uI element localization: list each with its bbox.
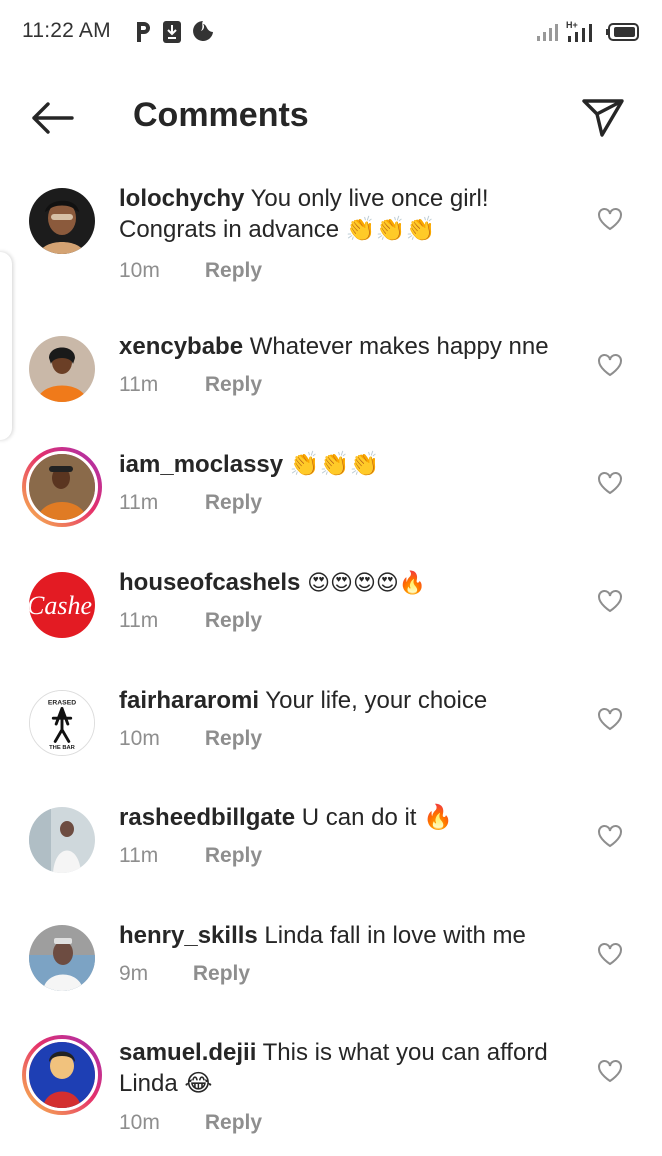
like-button[interactable] — [597, 942, 623, 966]
avatar-photo — [29, 454, 95, 520]
comment-body: Linda fall in love with me — [264, 922, 526, 949]
share-button[interactable] — [580, 95, 626, 141]
comment-meta: 9m Reply — [119, 962, 250, 986]
avatar[interactable] — [29, 807, 95, 873]
comment-username[interactable]: rasheedbillgate — [119, 804, 295, 831]
reply-button[interactable]: Reply — [205, 373, 262, 396]
avatar[interactable] — [29, 188, 95, 254]
reply-button[interactable]: Reply — [205, 491, 262, 514]
page-title: Comments — [133, 96, 309, 134]
heart-icon — [598, 708, 622, 731]
comment-username[interactable]: samuel.dejii — [119, 1039, 256, 1066]
like-button[interactable] — [597, 824, 623, 848]
comment-time: 10m — [119, 259, 160, 282]
avatar-photo — [29, 807, 95, 873]
comment-time: 11m — [119, 491, 159, 514]
reply-button[interactable]: Reply — [205, 1111, 262, 1134]
back-button[interactable] — [28, 96, 76, 140]
comment-text: iam_moclassy 👏👏👏 — [119, 449, 579, 480]
comment-body: 👏👏👏 — [289, 451, 380, 478]
avatar-logo-text: Cashe — [29, 591, 92, 620]
comment-username[interactable]: fairhararomi — [119, 687, 259, 714]
comment-meta: 11m Reply — [119, 373, 262, 397]
status-system-icons: H+ — [536, 20, 640, 44]
comment-meta: 10m Reply — [119, 727, 262, 751]
comment-body: 😍😍😍😍🔥 — [307, 571, 427, 596]
comment-username[interactable]: xencybabe — [119, 333, 243, 360]
avatar-logo-text-top: ERASED — [48, 700, 76, 707]
avatar-photo — [29, 1042, 95, 1108]
comment-username[interactable]: houseofcashels — [119, 569, 300, 596]
heart-icon — [598, 1060, 622, 1083]
comment-body: Whatever makes happy nne — [249, 333, 549, 360]
heart-icon — [598, 208, 622, 231]
reply-button[interactable]: Reply — [205, 609, 262, 632]
comment-text: samuel.dejii This is what you can afford… — [119, 1037, 579, 1099]
hand-icon — [193, 21, 213, 41]
arrow-left-icon — [32, 102, 74, 134]
side-drawer-handle[interactable] — [0, 252, 12, 440]
comment-meta: 10m Reply — [119, 259, 262, 283]
reply-button[interactable]: Reply — [193, 962, 250, 985]
avatar[interactable]: Cashe — [29, 572, 95, 638]
signal-icon — [537, 24, 558, 41]
comment-meta: 10m Reply — [119, 1111, 262, 1135]
like-button[interactable] — [597, 589, 623, 613]
avatar[interactable] — [29, 336, 95, 402]
comment-time: 11m — [119, 844, 159, 867]
svg-text:H+: H+ — [566, 20, 578, 30]
comment-text: fairhararomi Your life, your choice — [119, 685, 579, 716]
like-button[interactable] — [597, 353, 623, 377]
download-icon — [163, 21, 181, 43]
status-notification-icons — [134, 20, 214, 44]
battery-icon — [606, 23, 639, 41]
comments-header: Comments — [0, 80, 662, 156]
comment-time: 10m — [119, 727, 160, 750]
comment-username[interactable]: lolochychy — [119, 185, 244, 212]
heart-icon — [598, 943, 622, 966]
heart-icon — [598, 354, 622, 377]
comment-meta: 11m Reply — [119, 609, 262, 633]
avatar-photo: ERASED THE BAR — [30, 691, 94, 755]
comment-text: xencybabe Whatever makes happy nne — [119, 331, 579, 362]
comment-meta: 11m Reply — [119, 491, 262, 515]
heart-icon — [598, 590, 622, 613]
comment-text: houseofcashels 😍😍😍😍🔥 — [119, 567, 579, 599]
heart-icon — [598, 825, 622, 848]
reply-button[interactable]: Reply — [205, 259, 262, 282]
comment-username[interactable]: iam_moclassy — [119, 451, 283, 478]
comment-time: 9m — [119, 962, 149, 985]
reply-button[interactable]: Reply — [205, 844, 262, 867]
status-bar: 11:22 AM H+ — [0, 0, 662, 64]
avatar[interactable]: ERASED THE BAR — [29, 690, 95, 756]
comment-time: 10m — [119, 1111, 160, 1134]
avatar-photo — [29, 188, 95, 254]
signal-h-plus-icon: H+ — [566, 20, 592, 42]
comment-text: lolochychy You only live once girl! Cong… — [119, 183, 579, 245]
comment-body: U can do it 🔥 — [301, 804, 454, 831]
reply-button[interactable]: Reply — [205, 727, 262, 750]
heart-icon — [598, 472, 622, 495]
avatar-photo: Cashe — [29, 572, 95, 638]
like-button[interactable] — [597, 471, 623, 495]
comment-body: Your life, your choice — [265, 687, 488, 714]
send-icon — [582, 99, 624, 137]
comment-meta: 11m Reply — [119, 844, 262, 868]
like-button[interactable] — [597, 707, 623, 731]
comment-username[interactable]: henry_skills — [119, 922, 258, 949]
avatar-photo — [29, 925, 95, 991]
parking-icon — [137, 22, 150, 42]
avatar-with-story-ring[interactable] — [22, 447, 102, 527]
avatar[interactable] — [29, 925, 95, 991]
comment-time: 11m — [119, 373, 159, 396]
comment-text: henry_skills Linda fall in love with me — [119, 920, 579, 951]
avatar-photo — [29, 336, 95, 402]
status-time: 11:22 AM — [22, 19, 111, 42]
avatar-with-story-ring[interactable] — [22, 1035, 102, 1115]
like-button[interactable] — [597, 1059, 623, 1083]
avatar-logo-text-bottom: THE BAR — [49, 745, 76, 751]
comment-text: rasheedbillgate U can do it 🔥 — [119, 802, 579, 833]
like-button[interactable] — [597, 207, 623, 231]
comment-time: 11m — [119, 609, 159, 632]
